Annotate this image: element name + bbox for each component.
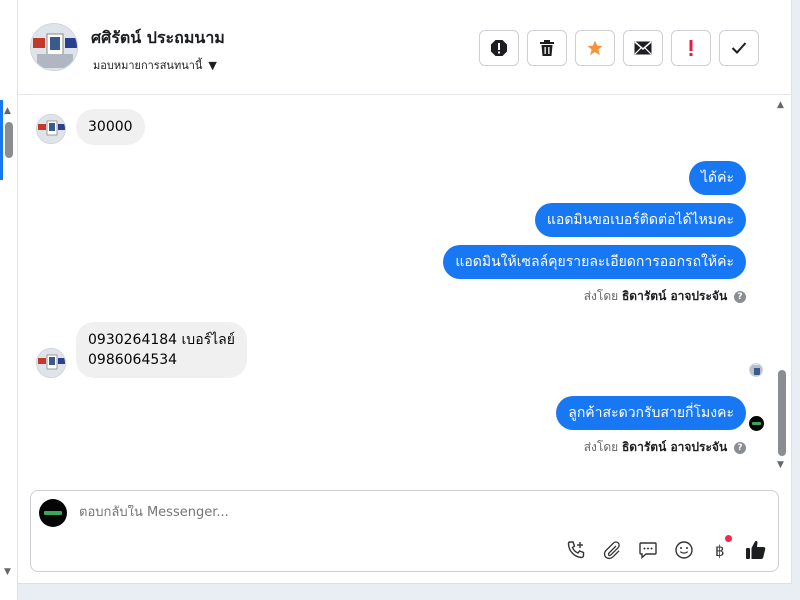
- mark-unread-button[interactable]: [623, 30, 663, 66]
- left-scrollbar[interactable]: ▲ ▼: [0, 0, 18, 600]
- outgoing-message[interactable]: ได้ค่ะ: [688, 161, 746, 195]
- reply-input[interactable]: [79, 505, 679, 520]
- assign-label: มอบหมายการสนทนานี้: [93, 59, 203, 72]
- left-scroll-thumb[interactable]: [5, 122, 13, 158]
- incoming-message[interactable]: 0930264184 เบอร์ไลย์ 0986064534: [76, 322, 247, 378]
- sent-by-author: ธิดารัตน์ อาจประจัน: [621, 440, 728, 454]
- conversation-panel: ศศิรัตน์ ประถมนาม มอบหมายการสนทนานี้ ▼ 3…: [18, 0, 792, 584]
- trash-icon: [540, 40, 554, 56]
- svg-text:฿: ฿: [715, 542, 725, 560]
- exclamation-icon: [689, 40, 693, 56]
- saved-replies-icon[interactable]: [637, 539, 659, 561]
- emoji-icon[interactable]: [673, 539, 695, 561]
- contact-message-avatar[interactable]: [36, 114, 66, 144]
- mark-done-button[interactable]: [719, 30, 759, 66]
- call-icon[interactable]: [565, 539, 587, 561]
- read-receipt-avatar: [749, 363, 763, 377]
- envelope-icon: [634, 41, 652, 55]
- scroll-up-arrow[interactable]: ▲: [777, 100, 784, 110]
- mark-spam-button[interactable]: [479, 30, 519, 66]
- contact-avatar[interactable]: [30, 23, 78, 71]
- contact-name: ศศิรัตน์ ประถมนาม: [91, 28, 225, 47]
- message-line: 0930264184 เบอร์ไลย์: [88, 332, 235, 348]
- sent-by-author: ธิดารัตน์ อาจประจัน: [621, 289, 728, 303]
- scroll-up-arrow[interactable]: ▲: [4, 106, 11, 116]
- delete-button[interactable]: [527, 30, 567, 66]
- scroll-down-arrow[interactable]: ▼: [777, 460, 784, 470]
- outgoing-message[interactable]: แอดมินให้เซลล์คุยรายละเอียดการออกรถให้ค่…: [443, 245, 746, 279]
- incoming-message[interactable]: 30000: [76, 109, 145, 145]
- message-line: 0986064534: [88, 352, 178, 368]
- like-icon[interactable]: [745, 539, 767, 561]
- notification-dot: [725, 535, 732, 542]
- sent-by-label: ส่งโดย ธิดารัตน์ อาจประจัน ?: [584, 438, 746, 457]
- reply-composer: ฿: [30, 490, 779, 572]
- help-icon[interactable]: ?: [734, 290, 746, 303]
- page-avatar: [39, 499, 67, 527]
- outgoing-message[interactable]: ลูกค้าสะดวกรับสายกี่โมงคะ: [556, 396, 746, 430]
- sent-by-label: ส่งโดย ธิดารัตน์ อาจประจัน ?: [584, 287, 746, 306]
- check-icon: [731, 42, 747, 54]
- contact-message-avatar[interactable]: [36, 348, 66, 378]
- payment-icon[interactable]: ฿: [709, 535, 732, 561]
- help-icon[interactable]: ?: [734, 441, 746, 454]
- spam-icon: [491, 40, 507, 56]
- star-icon: [587, 40, 603, 56]
- thread-scroll-thumb[interactable]: [778, 370, 786, 456]
- scroll-down-arrow[interactable]: ▼: [4, 567, 11, 577]
- thread-scrollbar[interactable]: ▲ ▼: [777, 98, 787, 476]
- message-thread: 30000 ได้ค่ะ แอดมินขอเบอร์ติดต่อได้ไหมคะ…: [18, 96, 792, 474]
- left-active-indicator: [0, 100, 3, 180]
- star-button[interactable]: [575, 30, 615, 66]
- conversation-header: ศศิรัตน์ ประถมนาม มอบหมายการสนทนานี้ ▼: [18, 0, 792, 95]
- caret-down-icon: ▼: [208, 58, 217, 72]
- sent-by-prefix: ส่งโดย: [583, 289, 619, 303]
- assign-conversation-dropdown[interactable]: มอบหมายการสนทนานี้ ▼: [93, 56, 217, 74]
- outgoing-message[interactable]: แอดมินขอเบอร์ติดต่อได้ไหมคะ: [534, 203, 746, 237]
- page-seen-avatar: [749, 416, 764, 431]
- attach-icon[interactable]: [601, 539, 623, 561]
- sent-by-prefix: ส่งโดย: [583, 440, 619, 454]
- mark-important-button[interactable]: [671, 30, 711, 66]
